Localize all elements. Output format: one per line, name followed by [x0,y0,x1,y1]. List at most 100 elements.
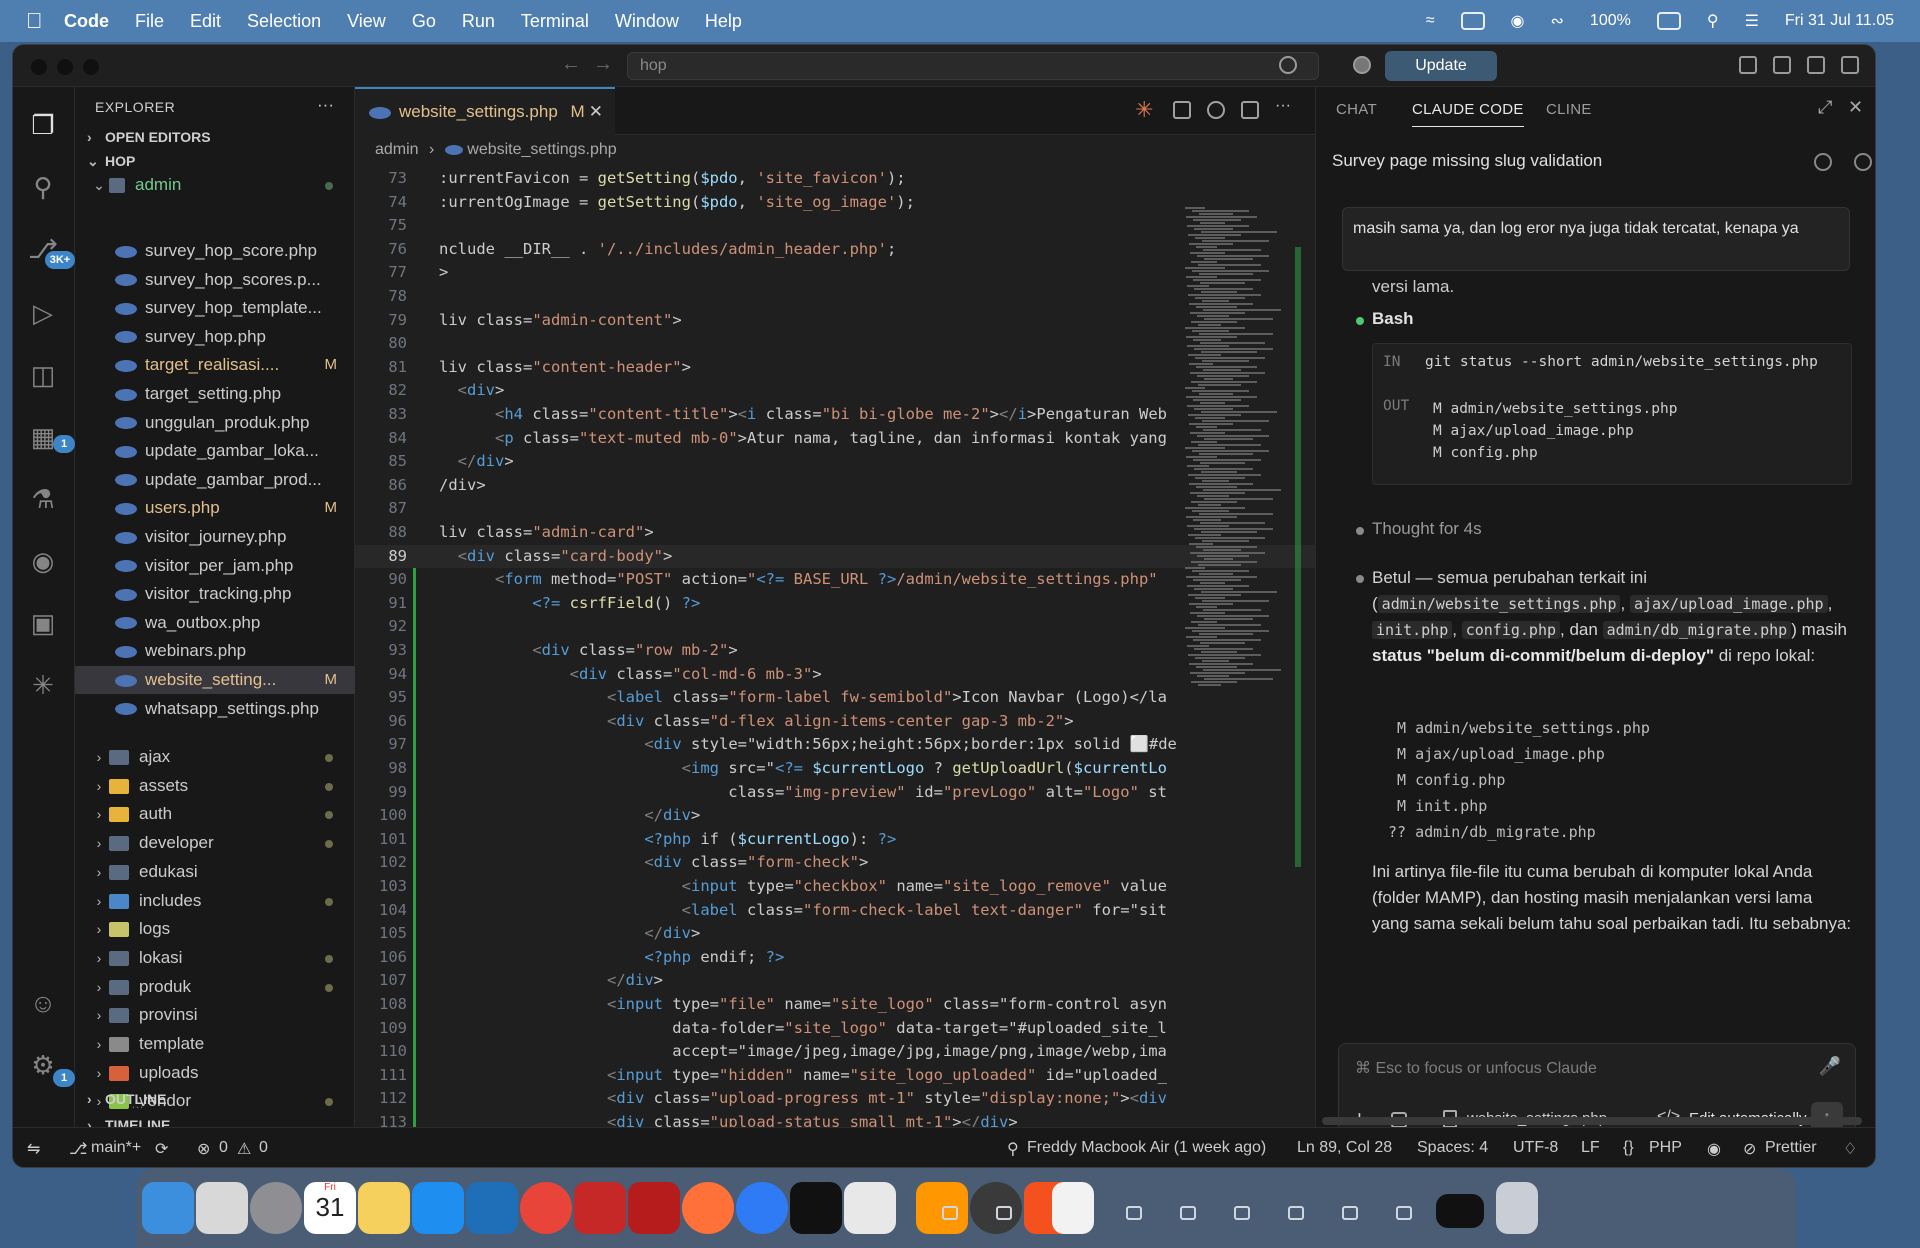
system-settings-icon[interactable] [250,1182,302,1234]
filezilla-icon[interactable] [628,1182,680,1234]
code-line[interactable]: 95 <label class="form-label fw-semibold"… [355,686,1315,710]
calendar-icon[interactable]: Fri 31 [304,1182,356,1234]
menu-edit[interactable]: Edit [190,11,221,32]
encoding[interactable]: UTF-8 [1513,1139,1558,1157]
wifi-icon[interactable]: ≈ [1426,12,1435,30]
battery-icon[interactable] [1656,12,1681,30]
code-line[interactable]: 107 </div> [355,969,1315,993]
menu-selection[interactable]: Selection [247,11,321,32]
claude-spark-icon[interactable]: ✳ [1135,97,1153,123]
notifications-bell-icon[interactable]: ♢ [1843,1139,1857,1159]
run-debug-icon[interactable]: ▷ [27,297,59,329]
launchpad-icon[interactable] [196,1182,248,1234]
copilot-status-icon[interactable]: ◉ [1707,1139,1721,1159]
menu-help[interactable]: Help [705,11,742,32]
code-editor[interactable]: 73:urrentFavicon = getSetting($pdo, 'sit… [355,167,1315,1159]
code-line[interactable]: 112 <div class="upload-progress mt-1" st… [355,1087,1315,1111]
claude-icon[interactable]: ✳ [27,669,59,701]
code-line[interactable]: 73:urrentFavicon = getSetting($pdo, 'sit… [355,167,1315,191]
explorer-icon[interactable]: ❐ [27,109,59,141]
airdrop-icon[interactable]: ∾ [1551,11,1564,31]
folder-row[interactable]: › lokasi [75,944,355,972]
code-line[interactable]: 79 liv class="admin-content"> [355,309,1315,333]
dock-window-icon[interactable] [1342,1206,1358,1220]
code-line[interactable]: 93 <div class="row mb-2"> [355,639,1315,663]
code-line[interactable]: 77 > [355,261,1315,285]
file-row[interactable]: webinars.php [75,637,355,665]
language-mode[interactable]: PHP [1649,1139,1682,1157]
indentation[interactable]: Spaces: 4 [1417,1139,1488,1157]
code-line[interactable]: 84 <p class="text-muted mb-0">Atur nama,… [355,427,1315,451]
safari-icon[interactable] [736,1182,788,1234]
dock-window-icon[interactable] [942,1206,958,1220]
git-blame[interactable]: Freddy Macbook Air (1 week ago) [1027,1139,1266,1157]
minimize-window-button[interactable] [57,59,73,75]
close-window-button[interactable] [31,59,47,75]
account-icon[interactable]: ☺ [27,987,59,1019]
code-line[interactable]: 108 <input type="file" name="site_logo" … [355,993,1315,1017]
tab-website-settings[interactable]: website_settings.php M ✕ [355,87,615,135]
menu-go[interactable]: Go [412,11,436,32]
code-line[interactable]: 103 <input type="checkbox" name="site_lo… [355,875,1315,899]
vscode-icon[interactable] [466,1182,518,1234]
copilot-icon[interactable] [1279,56,1297,74]
code-line[interactable]: 87 [355,497,1315,521]
toggle-panel-icon[interactable] [1807,56,1825,74]
folder-row[interactable]: › auth [75,800,355,828]
split-editor-icon[interactable] [1241,101,1259,119]
remote-indicator-icon[interactable]: ⇋ [27,1139,40,1159]
code-line[interactable]: 106 <?php endif; ?> [355,945,1315,970]
folder-row[interactable]: › edukasi [75,858,355,886]
sequel-ace-icon[interactable] [844,1182,896,1234]
code-line[interactable]: 85 </div> [355,450,1315,474]
code-line[interactable]: 78 [355,285,1315,309]
code-line[interactable]: 110 accept="image/jpeg,image/jpg,image/p… [355,1040,1315,1064]
customize-layout-icon[interactable] [1739,56,1757,74]
folder-row[interactable]: › assets [75,772,355,800]
code-line[interactable]: 92 [355,615,1315,639]
folder-row[interactable]: › uploads [75,1059,355,1087]
file-row[interactable]: visitor_per_jam.php [75,552,355,580]
bash-tool-output[interactable]: IN git status --short admin/website_sett… [1372,343,1852,485]
folder-row[interactable]: › includes [75,887,355,915]
code-line[interactable]: 98 <img src="<?= $currentLogo ? getUploa… [355,757,1315,781]
dock-window-icon[interactable] [1396,1206,1412,1220]
code-line[interactable]: 83 <h4 class="content-title"><i class="b… [355,403,1315,427]
file-row[interactable]: users.php M [75,494,355,522]
file-row[interactable]: target_setting.php [75,380,355,408]
history-icon[interactable] [1814,153,1832,171]
close-tab-icon[interactable]: ✕ [589,89,603,135]
update-button[interactable]: Update [1385,51,1497,81]
dock-window-icon[interactable] [996,1206,1012,1220]
code-line[interactable]: 97 <div style="width:56px;height:56px;bo… [355,733,1315,757]
file-row[interactable]: survey_hop_scores.p... [75,266,355,294]
file-row[interactable]: update_gambar_prod... [75,466,355,494]
breadcrumb-folder[interactable]: admin [375,141,419,158]
editor-more-icon[interactable]: ··· [1275,97,1291,115]
open-editors-section[interactable]: › OPEN EDITORS [87,129,211,145]
warning-count[interactable]: 0 [259,1139,268,1157]
dock-window-icon[interactable] [1180,1206,1196,1220]
file-row[interactable]: visitor_tracking.php [75,580,355,608]
code-line[interactable]: 88 liv class="admin-card"> [355,521,1315,545]
python-icon[interactable]: ◉ [27,545,59,577]
menu-window[interactable]: Window [615,11,679,32]
folder-row[interactable]: › produk [75,973,355,1001]
code-line[interactable]: 109 data-folder="site_logo" data-target=… [355,1016,1315,1041]
terminal-icon[interactable] [790,1182,842,1234]
admin-folder-row[interactable]: ⌄ admin [75,171,355,199]
nav-arrows-icon[interactable]: ←→ [561,53,625,76]
code-line[interactable]: 75 [355,214,1315,238]
dock-window-icon[interactable] [1234,1206,1250,1220]
file-row[interactable]: survey_hop_template... [75,294,355,322]
editor-scrollbar[interactable] [1295,247,1301,867]
dock-window-icon[interactable] [1288,1206,1304,1220]
menu-view[interactable]: View [347,11,386,32]
error-count[interactable]: 0 [219,1139,228,1157]
apple-menu-icon[interactable]:  [26,8,64,34]
accounts-theme-icon[interactable] [1353,56,1371,74]
remote-explorer-icon[interactable]: ◫ [27,359,59,391]
explorer-more-icon[interactable]: ··· [317,95,334,115]
chrome-icon[interactable] [520,1182,572,1234]
menu-run[interactable]: Run [462,11,495,32]
